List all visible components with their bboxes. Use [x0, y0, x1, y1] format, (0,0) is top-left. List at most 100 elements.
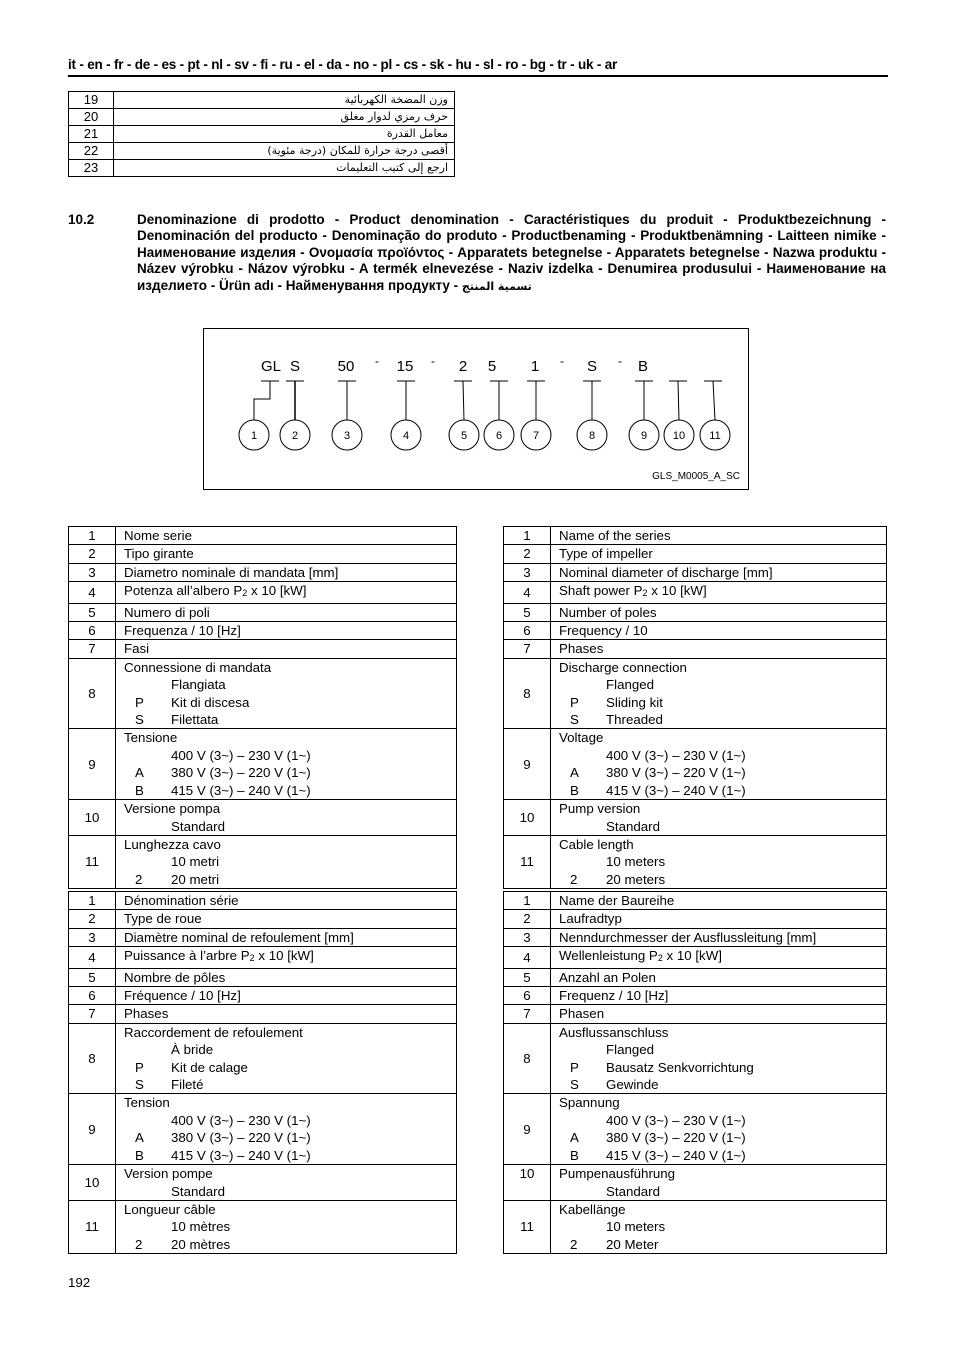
option-text: Bausatz Senkvorrichtung [606, 1059, 754, 1075]
row-label-cell: Kabellänge 10 meters 2 20 Meter [550, 1199, 887, 1255]
spec-table-fr: 1 Dénomination série 2 Type de roue 3 Diamètr… [68, 890, 457, 1255]
row-label: Phasen [559, 1005, 886, 1022]
row-label: Laufradtyp [559, 910, 886, 927]
callout-number: 4 [403, 430, 409, 442]
option-row: 2 20 Meter [559, 1236, 886, 1253]
language-codes-header: it - en - fr - de - es - pt - nl - sv - … [68, 57, 618, 72]
table-row: 8 Raccordement de refoulement À bride P Kit … [68, 1022, 457, 1095]
row-label-cell: Nome serie [115, 525, 457, 546]
row-label-cell: Name of the series [550, 525, 887, 546]
row-label: Name der Baureihe [559, 892, 886, 909]
option-code [124, 1183, 171, 1200]
row-label: Pump version [559, 800, 886, 817]
label-text: Nominal diameter of discharge [mm] [559, 564, 773, 580]
row-label: Fréquence / 10 [Hz] [124, 987, 456, 1004]
row-number: 8 [503, 657, 551, 730]
row-label: Lunghezza cavo [124, 836, 456, 853]
row-number: 20 [68, 108, 114, 126]
table-row: 1 Name der Baureihe [503, 890, 887, 911]
row-label: Spannung [559, 1094, 886, 1111]
table-row: 2 Laufradtyp [503, 909, 887, 929]
option-code [559, 1218, 606, 1235]
row-label-cell: Name der Baureihe [550, 890, 887, 911]
table-row: 4 Wellenleistung P2 x 10 [kW] [503, 946, 887, 969]
table-row: 3 Nominal diameter of discharge [mm] [503, 562, 887, 583]
label-text: Cable length [559, 836, 634, 852]
label-suffix: x 10 [kW] [662, 948, 722, 964]
label-text: Discharge connection [559, 659, 687, 675]
row-label-cell: Versione pompa Standard [115, 799, 457, 836]
row-label-cell: Ausflussanschluss Flanged P Bausatz Senkvor… [550, 1022, 887, 1095]
callout-number: 10 [673, 430, 685, 442]
label-text: Phases [124, 1006, 169, 1022]
row-number: 22 [68, 142, 114, 160]
row-label: Pumpenausführung [559, 1165, 886, 1182]
callout-number: 1 [251, 430, 257, 442]
row-label-cell: Cable length 10 meters 2 20 meters [550, 834, 887, 890]
row-number: 1 [68, 525, 116, 546]
label-text: Frequenza / 10 [Hz] [124, 623, 241, 639]
label-text: Number of poles [559, 604, 657, 620]
option-code: S [135, 1077, 144, 1093]
row-label: Cable length [559, 836, 886, 853]
option-row: À bride [124, 1041, 456, 1058]
option-code: P [570, 694, 579, 710]
option-code: A [570, 765, 579, 781]
label-text: Spannung [559, 1095, 620, 1111]
label-text: Type de roue [124, 911, 202, 927]
option-text: 380 V (3~) – 220 V (1~) [606, 1130, 746, 1146]
table-row: 11 Cable length 10 meters 2 20 meters [503, 834, 887, 890]
row-label-cell: Fasi [115, 639, 457, 659]
option-code [559, 747, 606, 764]
code-part: 15 [397, 358, 414, 375]
option-code: S [570, 712, 579, 728]
label-text: Potenza all’albero P [124, 583, 243, 599]
row-label-cell: Shaft power P2 x 10 [kW] [550, 581, 887, 604]
option-text: 10 meters [606, 854, 666, 870]
option-text: Standard [606, 818, 660, 834]
table-row: 3 Nenndurchmesser der Ausflussleitung [mm… [503, 927, 887, 948]
option-code: A [135, 1130, 144, 1146]
callout-number: 7 [533, 430, 539, 442]
leader-line [677, 380, 680, 421]
option-text: 400 V (3~) – 230 V (1~) [606, 1112, 746, 1128]
option-row: P Kit di discesa [124, 694, 456, 711]
row-label-cell: Type of impeller [550, 544, 887, 564]
row-number: 3 [68, 927, 116, 948]
row-label: Tensione [124, 729, 456, 746]
option-text: 20 Meter [606, 1236, 659, 1252]
row-text: ارجع إلى كتيب التعليمات [113, 159, 455, 177]
row-label: Type of impeller [559, 545, 886, 562]
row-text: حرف رمزي لدوار مغلق [113, 108, 455, 126]
option-code [124, 1218, 171, 1235]
option-row: 2 20 mètres [124, 1236, 456, 1253]
option-code [559, 1183, 606, 1200]
table-row: 2 Type of impeller [503, 544, 887, 564]
row-number: 9 [68, 1093, 116, 1166]
option-code: 2 [135, 1236, 143, 1252]
option-text: Standard [171, 818, 225, 834]
row-label: Ausflussanschluss [559, 1024, 886, 1041]
page-number: 192 [68, 1275, 91, 1290]
option-code: B [570, 1147, 579, 1163]
row-label-cell: Dénomination série [115, 890, 457, 911]
table-row: 4 Puissance à l’arbre P2 x 10 [kW] [68, 946, 457, 969]
row-label: Frequenz / 10 [Hz] [559, 987, 886, 1004]
row-number: 8 [68, 657, 116, 730]
table-row: 19 وزن المضخة الكهربائية [68, 91, 455, 109]
row-number: 11 [503, 834, 551, 890]
option-row: B 415 V (3~) – 240 V (1~) [124, 782, 456, 799]
row-number: 10 [68, 1164, 116, 1201]
row-number: 19 [68, 91, 114, 109]
row-number: 5 [68, 602, 116, 623]
label-text: Longueur câble [124, 1201, 216, 1217]
row-label-cell: Wellenleistung P2 x 10 [kW] [550, 946, 887, 969]
spec-table-en: 1 Name of the series 2 Type of impeller 3 Nom… [503, 525, 887, 890]
label-text: Numero di poli [124, 604, 210, 620]
row-label-cell: Phasen [550, 1004, 887, 1024]
label-suffix: x 10 [kW] [247, 583, 307, 599]
option-row: 2 20 metri [124, 871, 456, 888]
option-code: B [135, 782, 144, 798]
row-number: 2 [503, 544, 551, 564]
row-label-cell: Pumpenausführung Standard [550, 1164, 887, 1201]
